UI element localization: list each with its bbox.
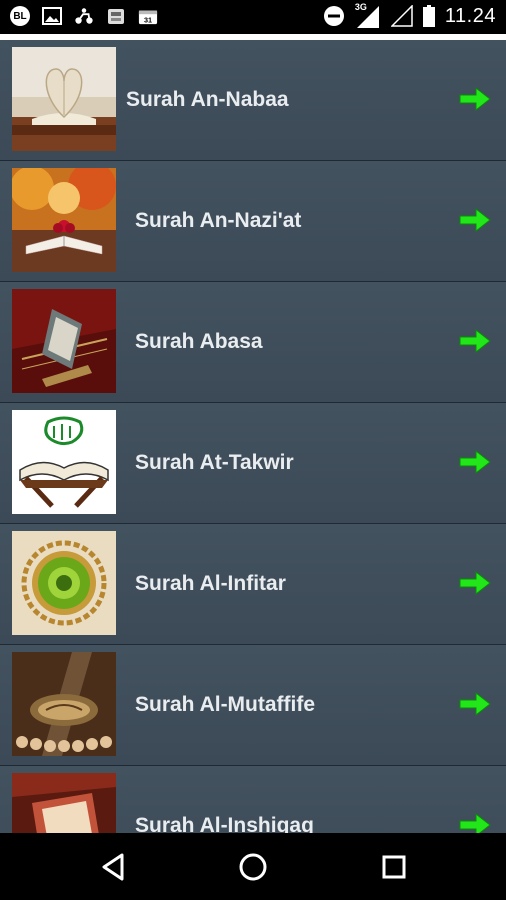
quran-calligraphy-thumbnail <box>12 410 116 514</box>
do-not-disturb-icon <box>323 6 344 26</box>
status-bar: BL 31 3G 11.24 <box>0 0 506 34</box>
app-icon <box>106 6 126 26</box>
back-icon[interactable] <box>98 851 130 883</box>
list-item[interactable]: Surah Al-Mutaffife <box>0 645 506 766</box>
list-item-label: Surah An-Nabaa <box>126 88 289 111</box>
quran-beads-thumbnail <box>12 652 116 756</box>
image-icon <box>42 6 62 26</box>
scooter-icon <box>74 6 94 26</box>
list-item[interactable]: Surah Abasa <box>0 282 506 403</box>
quran-red-thumbnail <box>12 773 116 833</box>
book-heart-thumbnail <box>12 47 116 151</box>
list-item-label: Surah Al-Mutaffife <box>135 693 316 716</box>
network-type-label: 3G <box>354 2 367 12</box>
list-item[interactable]: Surah Al-Infitar <box>0 524 506 645</box>
battery-icon <box>422 5 435 27</box>
list-item[interactable]: Surah Al-Inshiqaq <box>0 766 506 833</box>
signal-empty-icon <box>390 5 413 27</box>
home-icon[interactable] <box>237 851 269 883</box>
arrow-right-icon[interactable] <box>458 85 492 113</box>
list-item-label: Surah An-Nazi'at <box>135 209 302 232</box>
navigation-bar <box>0 833 506 900</box>
status-left-icons: BL 31 <box>10 6 158 26</box>
list-item-label: Surah Abasa <box>135 330 263 353</box>
signal-3g-icon: 3G <box>354 2 381 28</box>
quran-stand-thumbnail <box>12 289 116 393</box>
recents-icon[interactable] <box>378 851 410 883</box>
list-item-label: Surah Al-Infitar <box>135 572 286 595</box>
quran-autumn-thumbnail <box>12 168 116 272</box>
calendar-icon: 31 <box>138 6 158 26</box>
list-item[interactable]: Surah An-Nazi'at <box>0 161 506 282</box>
list-item[interactable]: Surah An-Nabaa <box>0 40 506 161</box>
arrow-right-icon[interactable] <box>458 690 492 718</box>
list-item-label: Surah Al-Inshiqaq <box>135 814 314 833</box>
arrow-right-icon[interactable] <box>458 206 492 234</box>
surah-list[interactable]: Surah An-Nabaa Surah An-Nazi'at Surah Ab… <box>0 40 506 833</box>
status-right-icons: 3G 11.24 <box>323 2 496 28</box>
list-item-label: Surah At-Takwir <box>135 451 294 474</box>
list-item[interactable]: Surah At-Takwir <box>0 403 506 524</box>
bl-badge-icon: BL <box>10 6 30 26</box>
arrow-right-icon[interactable] <box>458 569 492 597</box>
arrow-right-icon[interactable] <box>458 327 492 355</box>
clock: 11.24 <box>444 4 496 27</box>
ornament-medallion-thumbnail <box>12 531 116 635</box>
arrow-right-icon[interactable] <box>458 811 492 833</box>
svg-text:31: 31 <box>144 15 152 24</box>
arrow-right-icon[interactable] <box>458 448 492 476</box>
